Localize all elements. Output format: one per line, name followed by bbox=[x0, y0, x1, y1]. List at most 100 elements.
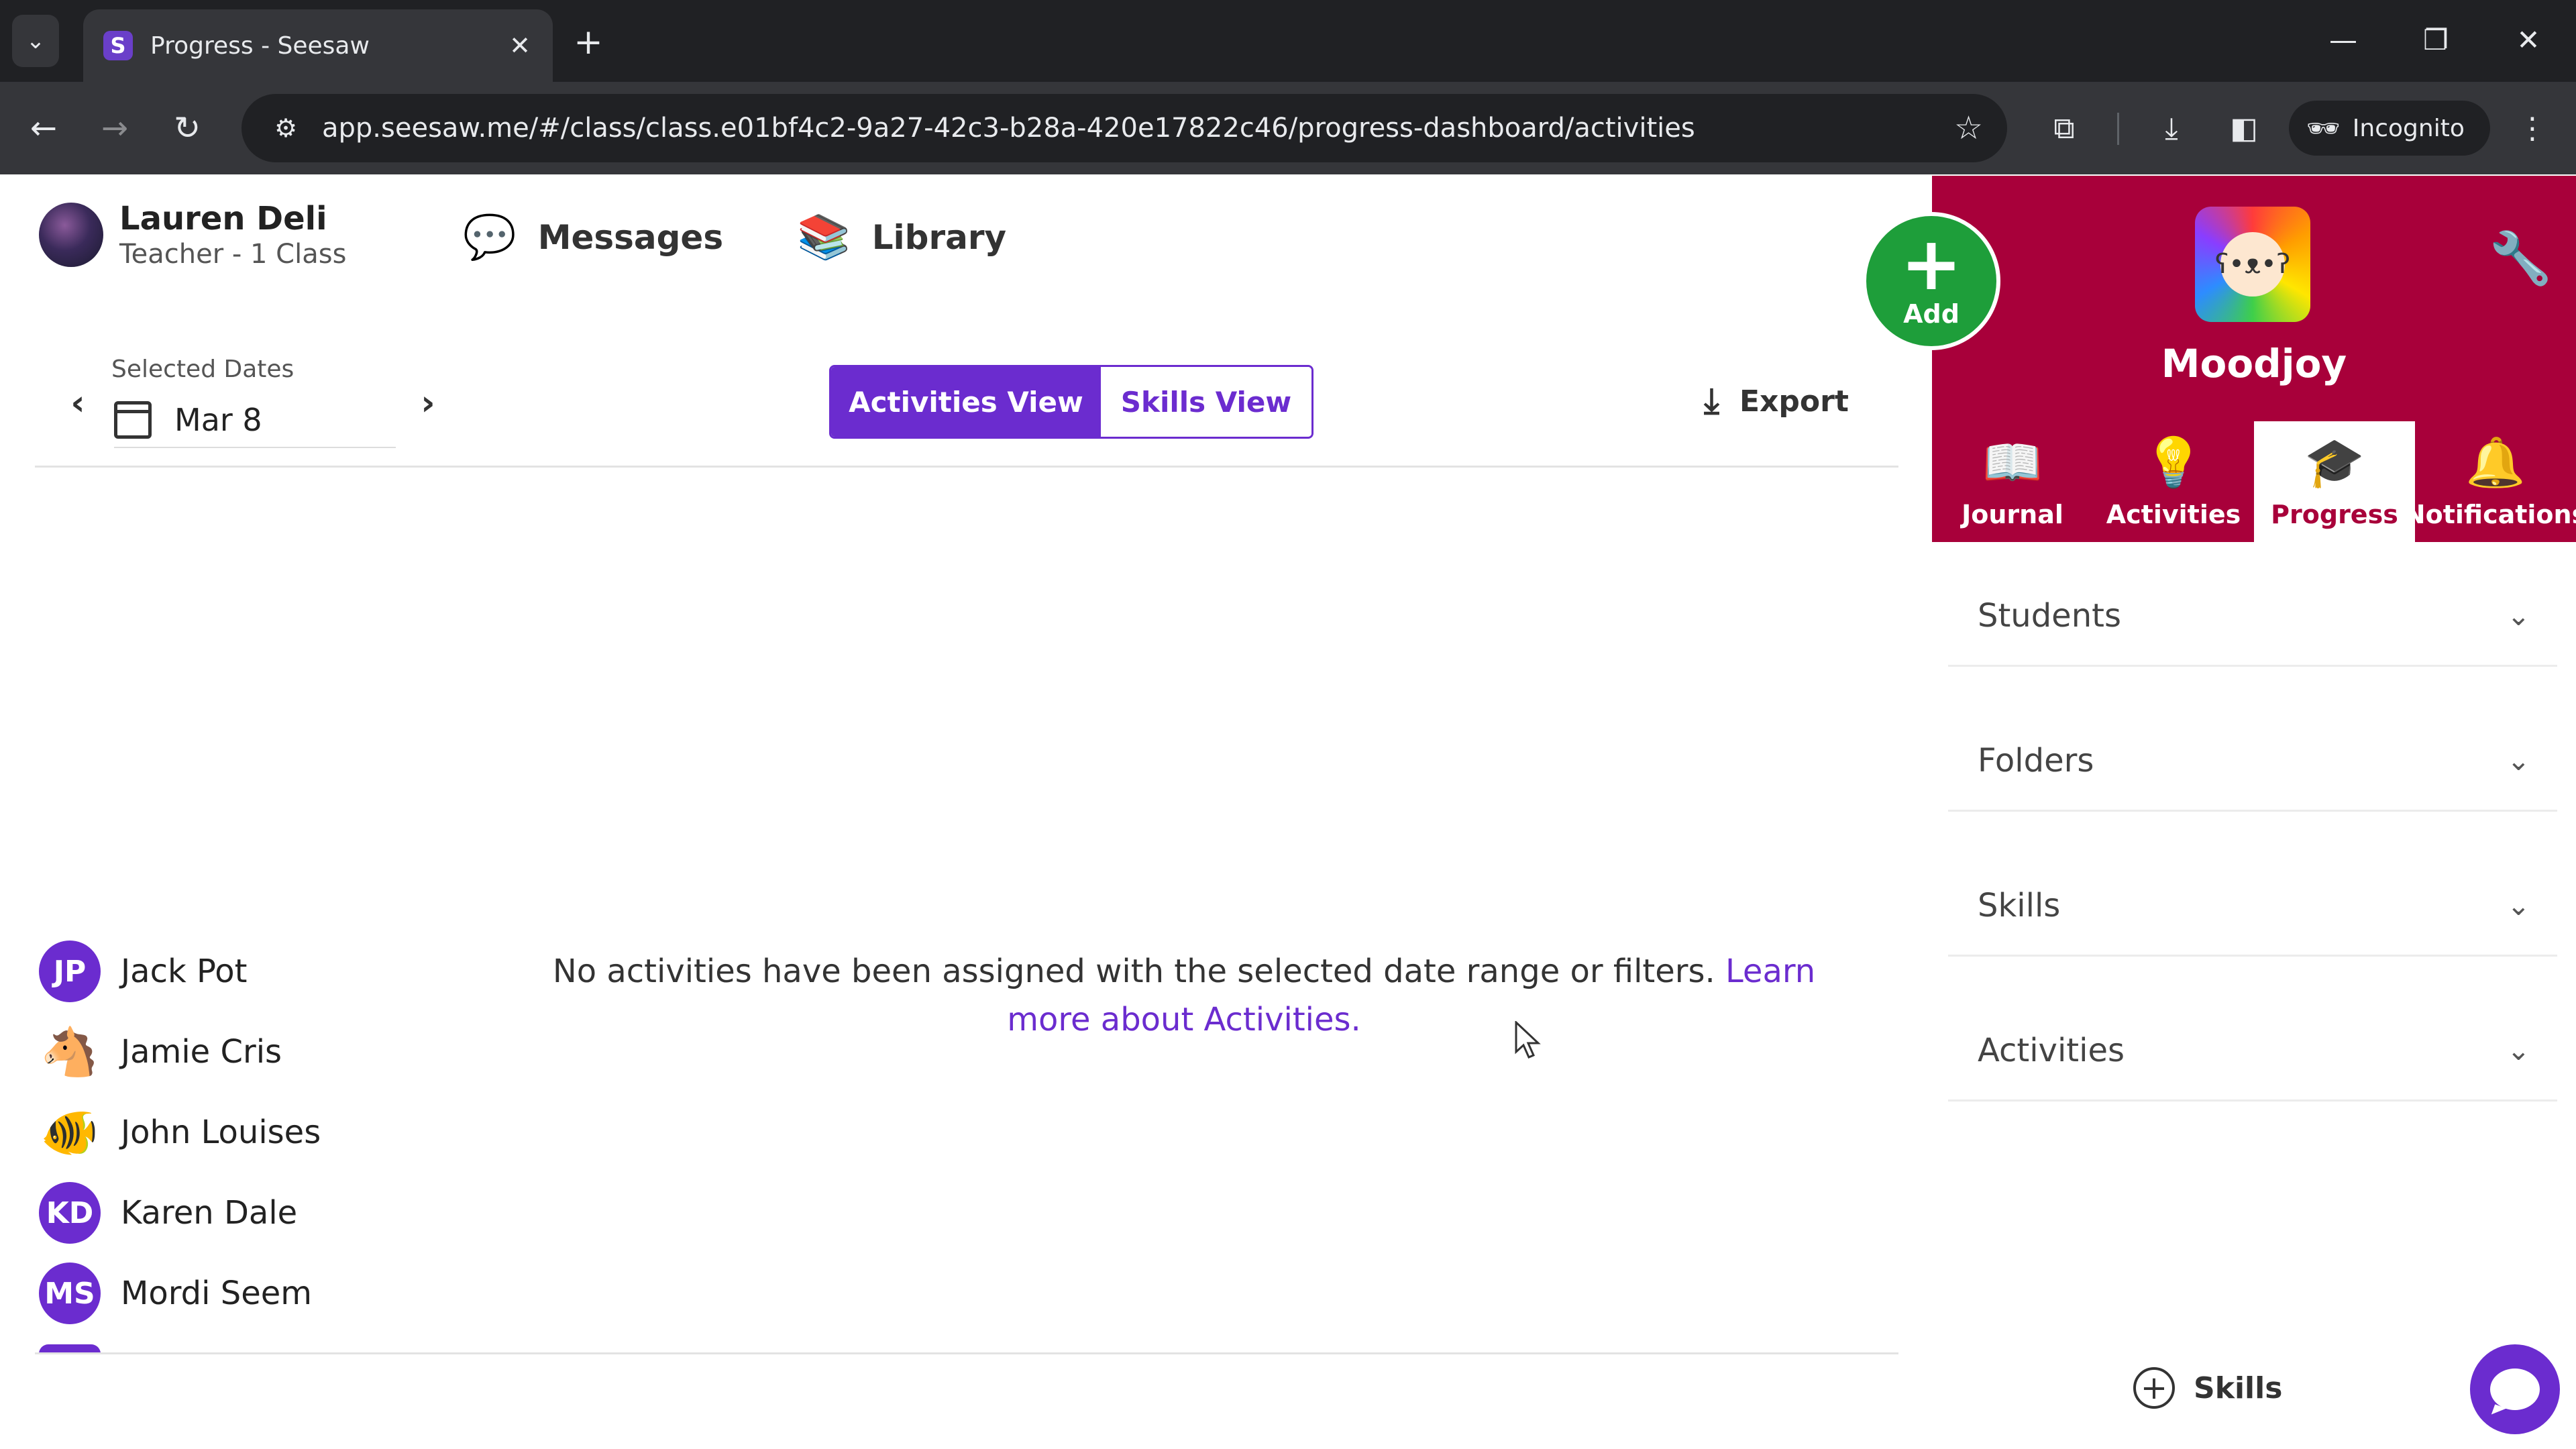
side-panel-icon[interactable]: ◧ bbox=[2220, 105, 2267, 152]
fish-icon: 🐠 bbox=[40, 1104, 99, 1160]
student-name: Jack Pot bbox=[121, 953, 248, 990]
class-nav-tabs: 📖 Journal 💡 Activities 🎓 Progress 🔔 Noti… bbox=[1932, 421, 2576, 542]
student-name: Mordi Seem bbox=[121, 1275, 313, 1312]
tab-label: Journal bbox=[1962, 500, 2063, 529]
filter-label: Folders bbox=[1978, 741, 2094, 780]
content-divider-bottom bbox=[35, 1352, 1898, 1354]
reload-icon[interactable]: ↻ bbox=[164, 105, 211, 152]
extensions-puzzle-icon[interactable]: ⧉ bbox=[2041, 105, 2088, 152]
filter-students-accordion[interactable]: Students ⌄ bbox=[1948, 566, 2557, 667]
filter-label: Activities bbox=[1978, 1031, 2125, 1069]
add-label: Add bbox=[1903, 299, 1960, 329]
empty-state-message: No activities have been assigned with th… bbox=[510, 947, 1858, 1044]
add-button[interactable]: + Add bbox=[1862, 212, 2000, 350]
student-avatar: JP bbox=[39, 941, 101, 1002]
bell-icon: 🔔 bbox=[2465, 434, 2526, 490]
chevron-down-icon: ⌄ bbox=[2506, 599, 2530, 632]
browser-toolbar: ← → ↻ ⚙ app.seesaw.me/#/class/class.e01b… bbox=[0, 82, 2576, 174]
student-row[interactable]: 🐴 Jamie Cris bbox=[39, 1021, 282, 1083]
chevron-down-icon: ⌄ bbox=[2506, 744, 2530, 777]
tab-notifications[interactable]: 🔔 Notifications bbox=[2404, 421, 2576, 542]
window-close-icon[interactable]: ✕ bbox=[2498, 16, 2559, 63]
site-info-tune-icon[interactable]: ⚙ bbox=[266, 108, 306, 148]
window-restore-icon[interactable]: ❐ bbox=[2406, 16, 2466, 63]
bookmark-star-icon[interactable]: ☆ bbox=[1954, 109, 1983, 147]
download-icon: ⤓ bbox=[1704, 381, 1719, 421]
window-minimize-icon[interactable]: — bbox=[2313, 16, 2373, 63]
book-icon: 📖 bbox=[1982, 434, 2043, 490]
skills-button-label: Skills bbox=[2194, 1371, 2283, 1405]
plus-icon: + bbox=[1900, 221, 1963, 307]
class-icon-rainbow-bear[interactable]: ʕ•ᴥ•ʔ bbox=[2195, 207, 2310, 322]
student-name: John Louises bbox=[121, 1114, 321, 1151]
calendar-icon bbox=[114, 401, 152, 439]
incognito-icon: 🕶 bbox=[2306, 113, 2341, 144]
activities-view-button[interactable]: Activities View bbox=[831, 367, 1101, 437]
filter-skills-accordion[interactable]: Skills ⌄ bbox=[1948, 856, 2557, 957]
next-date-chevron-icon[interactable]: › bbox=[408, 380, 448, 427]
export-button[interactable]: ⤓ Export bbox=[1704, 381, 1849, 422]
messages-link[interactable]: 💬 Messages bbox=[463, 212, 723, 262]
filter-label: Students bbox=[1978, 596, 2121, 635]
chevron-down-icon: ⌄ bbox=[2506, 889, 2530, 922]
class-name[interactable]: Moodjoy bbox=[2127, 341, 2381, 386]
filter-label: Skills bbox=[1978, 886, 2061, 924]
messages-label: Messages bbox=[537, 217, 724, 257]
browser-tab-active[interactable]: S Progress - Seesaw ✕ bbox=[83, 9, 553, 82]
chat-bubbles-icon: 💬 bbox=[463, 213, 517, 262]
help-chat-button[interactable] bbox=[2470, 1344, 2560, 1434]
previous-date-chevron-icon[interactable]: ‹ bbox=[58, 380, 98, 427]
tab-search-chevron-icon[interactable]: ⌄ bbox=[12, 15, 59, 67]
tab-label: Notifications bbox=[2404, 500, 2576, 529]
seesaw-favicon-icon: S bbox=[103, 31, 133, 60]
plus-circle-icon: + bbox=[2133, 1367, 2175, 1409]
tab-activities[interactable]: 💡 Activities bbox=[2093, 421, 2254, 542]
tab-close-icon[interactable]: ✕ bbox=[503, 31, 537, 60]
back-arrow-icon[interactable]: ← bbox=[20, 105, 67, 152]
tab-label: Progress bbox=[2271, 500, 2398, 529]
selected-dates-label: Selected Dates bbox=[111, 356, 294, 383]
forward-arrow-icon[interactable]: → bbox=[91, 105, 138, 152]
bear-face-icon: ʕ•ᴥ•ʔ bbox=[2215, 232, 2290, 297]
add-skills-button[interactable]: + Skills bbox=[2133, 1367, 2282, 1409]
filter-folders-accordion[interactable]: Folders ⌄ bbox=[1948, 711, 2557, 812]
date-picker[interactable]: Mar 8 bbox=[114, 393, 396, 448]
browser-menu-kebab-icon[interactable]: ⋮ bbox=[2509, 105, 2556, 152]
graduation-cap-icon: 🎓 bbox=[2304, 434, 2365, 490]
student-name: Jamie Cris bbox=[121, 1033, 282, 1071]
student-avatar: MS bbox=[39, 1263, 101, 1324]
address-bar[interactable]: ⚙ app.seesaw.me/#/class/class.e01bf4c2-9… bbox=[241, 94, 2007, 162]
user-avatar[interactable] bbox=[39, 203, 103, 267]
tab-label: Activities bbox=[2106, 500, 2241, 529]
student-row[interactable]: KD Karen Dale bbox=[39, 1182, 297, 1244]
view-toggle: Activities View Skills View bbox=[829, 365, 1313, 439]
tab-title: Progress - Seesaw bbox=[150, 32, 370, 60]
horse-icon: 🐴 bbox=[40, 1024, 99, 1079]
selected-date-value: Mar 8 bbox=[174, 402, 262, 438]
student-row[interactable]: JP Jack Pot bbox=[39, 941, 247, 1002]
tab-journal[interactable]: 📖 Journal bbox=[1932, 421, 2093, 542]
lightbulb-icon: 💡 bbox=[2143, 434, 2204, 490]
chevron-down-icon: ⌄ bbox=[2506, 1034, 2530, 1067]
downloads-icon[interactable]: ⤓ bbox=[2148, 105, 2195, 152]
empty-state-text: No activities have been assigned with th… bbox=[552, 953, 1715, 990]
settings-wrench-icon[interactable]: 🔧 bbox=[2489, 228, 2553, 288]
library-label: Library bbox=[871, 217, 1007, 257]
content-divider-top bbox=[35, 466, 1898, 468]
user-role: Teacher - 1 Class bbox=[119, 239, 347, 270]
browser-tab-strip: ⌄ S Progress - Seesaw ✕ + — ❐ ✕ bbox=[0, 0, 2576, 82]
library-link[interactable]: 📚 Library bbox=[797, 212, 1006, 262]
incognito-label: Incognito bbox=[2352, 114, 2465, 142]
student-avatar: KD bbox=[39, 1182, 101, 1244]
tab-progress[interactable]: 🎓 Progress bbox=[2254, 421, 2415, 542]
chat-bubble-icon bbox=[2490, 1368, 2540, 1410]
student-name: Karen Dale bbox=[121, 1194, 298, 1232]
student-row[interactable]: 🐠 John Louises bbox=[39, 1102, 321, 1163]
student-row[interactable]: MS Mordi Seem bbox=[39, 1263, 312, 1324]
filter-activities-accordion[interactable]: Activities ⌄ bbox=[1948, 1001, 2557, 1102]
skills-view-button[interactable]: Skills View bbox=[1101, 367, 1311, 437]
url-text[interactable]: app.seesaw.me/#/class/class.e01bf4c2-9a2… bbox=[322, 113, 1954, 144]
incognito-badge[interactable]: 🕶 Incognito bbox=[2289, 101, 2490, 156]
new-tab-plus-icon[interactable]: + bbox=[566, 20, 610, 64]
user-name[interactable]: Lauren Deli bbox=[119, 200, 327, 237]
